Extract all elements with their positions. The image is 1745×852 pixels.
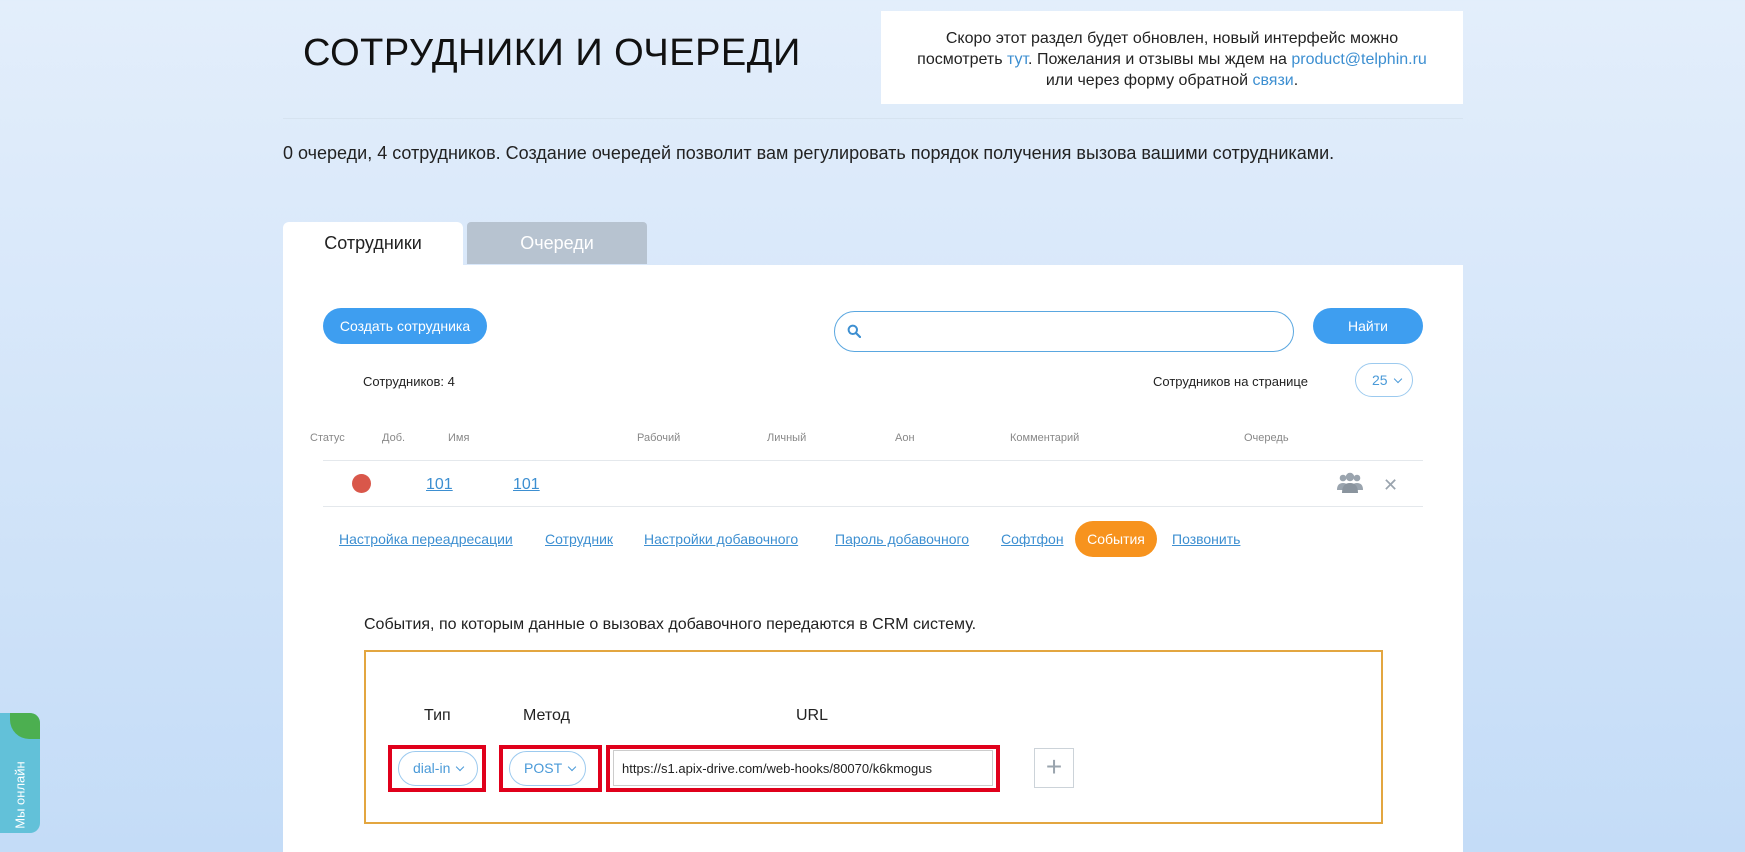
event-method-select[interactable]: POST xyxy=(509,751,586,786)
notice-email-link[interactable]: product@telphin.ru xyxy=(1291,51,1426,68)
notice-link-here[interactable]: тут xyxy=(1007,51,1028,68)
column-header-name: Имя xyxy=(448,432,470,444)
notice-feedback-link[interactable]: связи xyxy=(1252,72,1293,89)
tab-employees[interactable]: Сотрудники xyxy=(283,222,463,265)
column-header-aon: Аон xyxy=(895,432,915,444)
subtab-softphone[interactable]: Софтфон xyxy=(1001,531,1064,547)
row-name-link[interactable]: 101 xyxy=(513,476,540,494)
find-button[interactable]: Найти xyxy=(1313,308,1423,344)
events-column-type: Тип xyxy=(424,707,451,724)
row-ext-link[interactable]: 101 xyxy=(426,476,453,494)
notice-line-1: Скоро этот раздел будет обновлен, новый … xyxy=(945,30,1399,47)
chevron-down-icon xyxy=(567,762,577,772)
subtab-events[interactable]: События xyxy=(1075,521,1157,557)
search-icon xyxy=(847,324,862,343)
subtab-extension-settings[interactable]: Настройки добавочного xyxy=(644,531,798,547)
chevron-down-icon xyxy=(1393,374,1402,384)
search-box[interactable] xyxy=(834,311,1294,352)
notice-text: . xyxy=(1293,72,1299,89)
status-indicator xyxy=(352,474,371,493)
delete-icon[interactable]: ✕ xyxy=(1383,475,1398,496)
page-title: СОТРУДНИКИ И ОЧЕРЕДИ xyxy=(303,32,801,74)
column-header-comment: Комментарий xyxy=(1010,432,1080,444)
column-header-ext: Доб. xyxy=(382,432,406,444)
notice-text: посмотреть xyxy=(917,51,1007,68)
subtab-forwarding[interactable]: Настройка переадресации xyxy=(339,531,513,547)
notice-text: . Пожелания и отзывы мы ждем на xyxy=(1028,51,1292,68)
update-notice: Скоро этот раздел будет обновлен, новый … xyxy=(881,11,1463,104)
chevron-down-icon xyxy=(456,762,465,772)
add-event-button[interactable]: + xyxy=(1034,748,1074,788)
online-chat-widget[interactable]: Мы онлайн xyxy=(0,713,40,833)
online-chat-label: Мы онлайн xyxy=(12,761,28,829)
column-header-queue: Очередь xyxy=(1244,432,1289,444)
header-divider xyxy=(283,118,1463,119)
notice-line-2: посмотреть тут. Пожелания и отзывы мы жд… xyxy=(881,49,1463,70)
column-header-personal: Личный xyxy=(767,432,807,444)
per-page-value: 25 xyxy=(1372,372,1388,388)
notice-text: или через форму обратной xyxy=(1045,72,1253,89)
leaf-icon xyxy=(10,713,40,739)
event-url-input[interactable] xyxy=(613,750,993,786)
users-group-icon[interactable] xyxy=(1337,471,1363,500)
event-type-select[interactable]: dial-in xyxy=(398,751,478,786)
table-divider xyxy=(323,460,1423,461)
events-column-method: Метод xyxy=(523,707,570,724)
events-box xyxy=(364,650,1383,824)
subtab-employee[interactable]: Сотрудник xyxy=(545,531,613,547)
create-employee-button[interactable]: Создать сотрудника xyxy=(323,308,487,344)
column-header-status: Статус xyxy=(310,432,345,444)
search-input[interactable] xyxy=(869,318,1279,346)
column-header-work: Рабочий xyxy=(637,432,681,444)
event-type-value: dial-in xyxy=(413,760,451,776)
employee-count: Сотрудников: 4 xyxy=(363,374,455,389)
table-divider xyxy=(323,506,1423,507)
subtab-extension-password[interactable]: Пароль добавочного xyxy=(835,531,969,547)
per-page-select[interactable]: 25 xyxy=(1355,363,1413,397)
event-method-value: POST xyxy=(524,760,563,776)
events-description: События, по которым данные о вызовах доб… xyxy=(364,616,977,633)
events-column-url: URL xyxy=(796,707,829,724)
subtab-call[interactable]: Позвонить xyxy=(1172,531,1240,547)
per-page-label: Сотрудников на странице xyxy=(1153,374,1308,389)
employees-panel: Создать сотрудника Найти Сотрудников: 4 … xyxy=(283,265,1463,852)
notice-line-3: или через форму обратной связи. xyxy=(881,70,1463,91)
page-summary: 0 очереди, 4 сотрудников. Создание очере… xyxy=(283,143,1335,163)
tab-queues[interactable]: Очереди xyxy=(467,222,647,264)
